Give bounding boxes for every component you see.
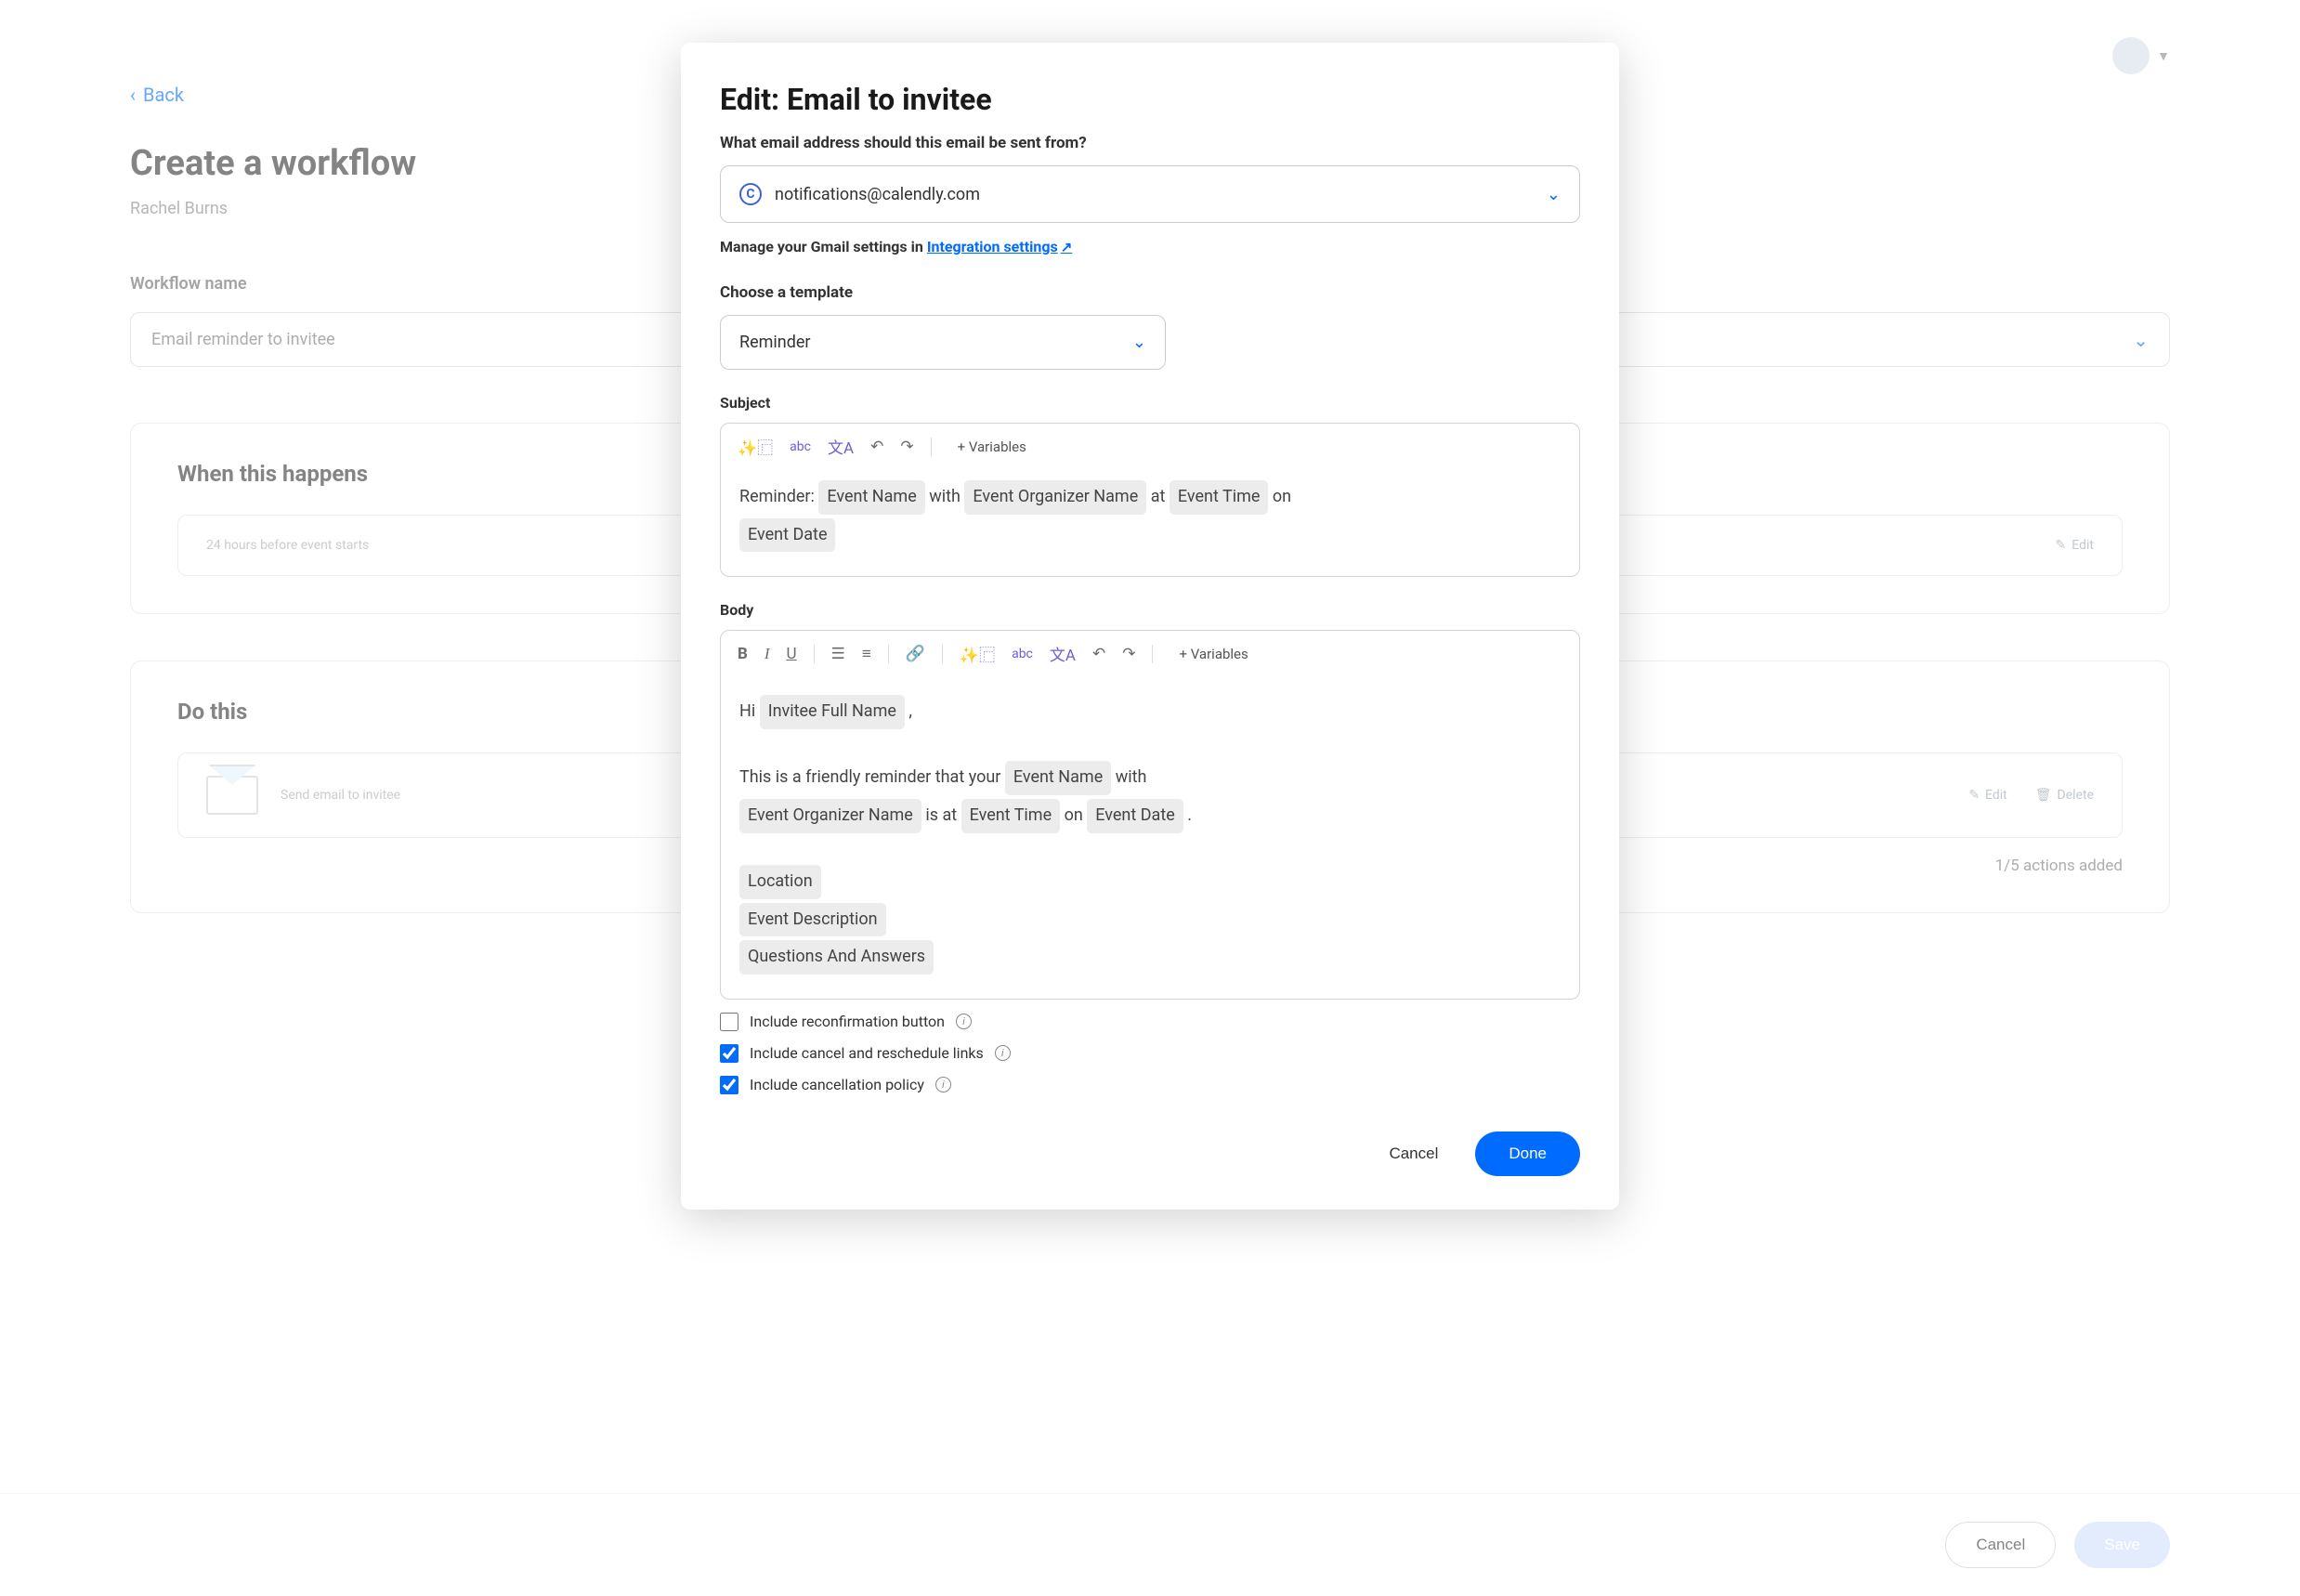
ai-icon[interactable]: ✨⿸ [738, 435, 773, 458]
manage-prefix: Manage your Gmail settings in [720, 238, 927, 255]
abc-icon[interactable]: abc [1012, 647, 1033, 661]
variables-button[interactable]: + Variables [958, 438, 1026, 455]
redo-icon[interactable]: ↷ [1122, 645, 1135, 663]
body-text: Hi [739, 701, 760, 721]
from-question: What email address should this email be … [720, 134, 1580, 152]
subject-text: on [1273, 487, 1291, 506]
include-cancellation-policy-row: Include cancellation policy i [720, 1076, 1580, 1094]
toolbar-divider [942, 645, 943, 663]
include-cancel-reschedule-row: Include cancel and reschedule links i [720, 1044, 1580, 1063]
subject-text: Reminder: [739, 487, 818, 506]
manage-gmail-line: Manage your Gmail settings in Integratio… [720, 238, 1580, 255]
subject-text: with [929, 487, 964, 506]
calendly-icon: C [739, 183, 762, 205]
link-icon[interactable]: 🔗 [906, 645, 925, 663]
token-event-date[interactable]: Event Date [1087, 799, 1183, 833]
ai-icon[interactable]: ✨⿸ [960, 642, 995, 665]
from-email-value: notifications@calendly.com [775, 185, 980, 204]
redo-icon[interactable]: ↷ [900, 438, 913, 456]
include-reconfirmation-checkbox[interactable] [720, 1013, 738, 1031]
info-icon[interactable]: i [995, 1045, 1011, 1061]
check3-label: Include cancellation policy [750, 1076, 924, 1093]
body-text: , [908, 701, 912, 721]
info-icon[interactable]: i [935, 1077, 951, 1092]
integration-settings-link[interactable]: Integration settings↗ [927, 238, 1072, 255]
template-label: Choose a template [720, 283, 1580, 302]
include-cancellation-policy-checkbox[interactable] [720, 1076, 738, 1094]
subject-text: at [1151, 487, 1170, 506]
translate-icon[interactable]: 文A [1050, 642, 1076, 665]
external-link-icon: ↗ [1061, 239, 1073, 255]
chevron-down-icon: ⌄ [1547, 185, 1561, 204]
italic-icon[interactable]: I [764, 645, 770, 663]
body-editor[interactable]: B I U ☰ ≡ 🔗 ✨⿸ abc 文A ↶ ↷ + Variables Hi… [720, 630, 1580, 1000]
bold-icon[interactable]: B [738, 645, 748, 663]
underline-icon[interactable]: U [787, 645, 797, 663]
modal-cancel-button[interactable]: Cancel [1389, 1145, 1438, 1163]
toolbar-divider [931, 438, 932, 456]
modal-actions: Cancel Done [720, 1132, 1580, 1176]
token-organizer-name[interactable]: Event Organizer Name [964, 480, 1146, 515]
variables-button[interactable]: + Variables [1179, 646, 1248, 662]
token-event-name[interactable]: Event Name [1005, 761, 1111, 795]
body-text: with [1116, 767, 1147, 787]
token-description[interactable]: Event Description [739, 903, 886, 937]
modal-done-button[interactable]: Done [1475, 1132, 1580, 1176]
token-event-time[interactable]: Event Time [961, 799, 1061, 833]
body-content[interactable]: Hi Invitee Full Name , This is a friendl… [721, 676, 1579, 999]
body-text: . [1187, 805, 1192, 825]
toolbar-divider [888, 645, 889, 663]
token-invitee-name[interactable]: Invitee Full Name [760, 695, 905, 729]
chevron-down-icon: ⌄ [1132, 333, 1146, 352]
subject-content[interactable]: Reminder: Event Name with Event Organize… [721, 469, 1579, 576]
token-event-date[interactable]: Event Date [739, 518, 835, 553]
body-label: Body [720, 601, 1580, 619]
include-reconfirmation-row: Include reconfirmation button i [720, 1013, 1580, 1031]
template-value: Reminder [739, 333, 811, 352]
undo-icon[interactable]: ↶ [1092, 645, 1105, 663]
modal-title: Edit: Email to invitee [720, 82, 1580, 117]
translate-icon[interactable]: 文A [828, 435, 854, 458]
token-location[interactable]: Location [739, 865, 821, 899]
token-organizer-name[interactable]: Event Organizer Name [739, 799, 921, 833]
body-toolbar: B I U ☰ ≡ 🔗 ✨⿸ abc 文A ↶ ↷ + Variables [721, 631, 1579, 676]
token-event-time[interactable]: Event Time [1170, 480, 1269, 515]
body-text: is at [925, 805, 961, 825]
check2-label: Include cancel and reschedule links [750, 1044, 984, 1062]
body-text: on [1065, 805, 1088, 825]
toolbar-divider [1152, 645, 1153, 663]
info-icon[interactable]: i [956, 1014, 972, 1029]
subject-label: Subject [720, 394, 1580, 412]
toolbar-divider [814, 645, 815, 663]
variables-label: Variables [969, 438, 1026, 455]
variables-label: Variables [1191, 646, 1248, 662]
edit-email-modal: Edit: Email to invitee What email addres… [681, 43, 1619, 1210]
from-email-select[interactable]: C notifications@calendly.com ⌄ [720, 165, 1580, 223]
integration-link-text: Integration settings [927, 238, 1058, 255]
check1-label: Include reconfirmation button [750, 1013, 945, 1030]
token-qa[interactable]: Questions And Answers [739, 940, 934, 975]
template-select[interactable]: Reminder ⌄ [720, 315, 1166, 370]
body-text: This is a friendly reminder that your [739, 767, 1005, 787]
numbered-list-icon[interactable]: ≡ [862, 645, 871, 663]
subject-toolbar: ✨⿸ abc 文A ↶ ↷ + Variables [721, 424, 1579, 469]
include-cancel-reschedule-checkbox[interactable] [720, 1044, 738, 1063]
subject-editor[interactable]: ✨⿸ abc 文A ↶ ↷ + Variables Reminder: Even… [720, 423, 1580, 577]
abc-icon[interactable]: abc [790, 439, 811, 454]
undo-icon[interactable]: ↶ [870, 438, 883, 456]
token-event-name[interactable]: Event Name [818, 480, 924, 515]
bullet-list-icon[interactable]: ☰ [831, 645, 845, 663]
